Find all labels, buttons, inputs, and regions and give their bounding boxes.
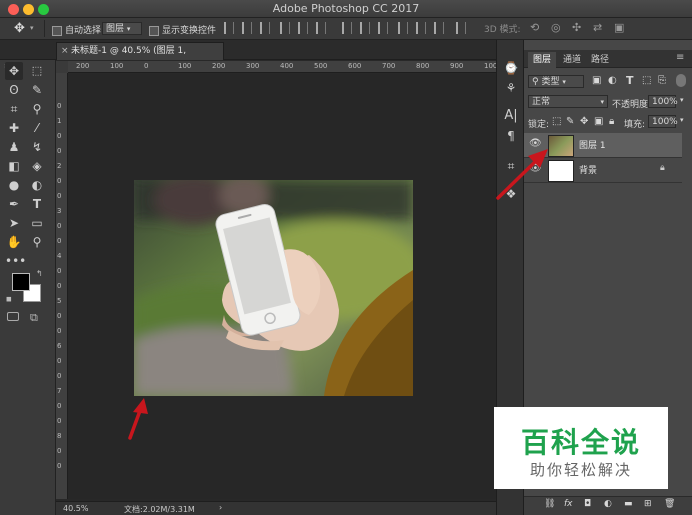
arrow-to-canvas-corner-icon bbox=[128, 398, 148, 440]
watermark-subtitle: 助你轻松解决 bbox=[529, 461, 632, 479]
watermark-title: 百科全说 bbox=[520, 426, 641, 459]
arrow-to-layer-icon bbox=[496, 149, 548, 200]
watermark: 百科全说 助你轻松解决 bbox=[494, 407, 668, 489]
